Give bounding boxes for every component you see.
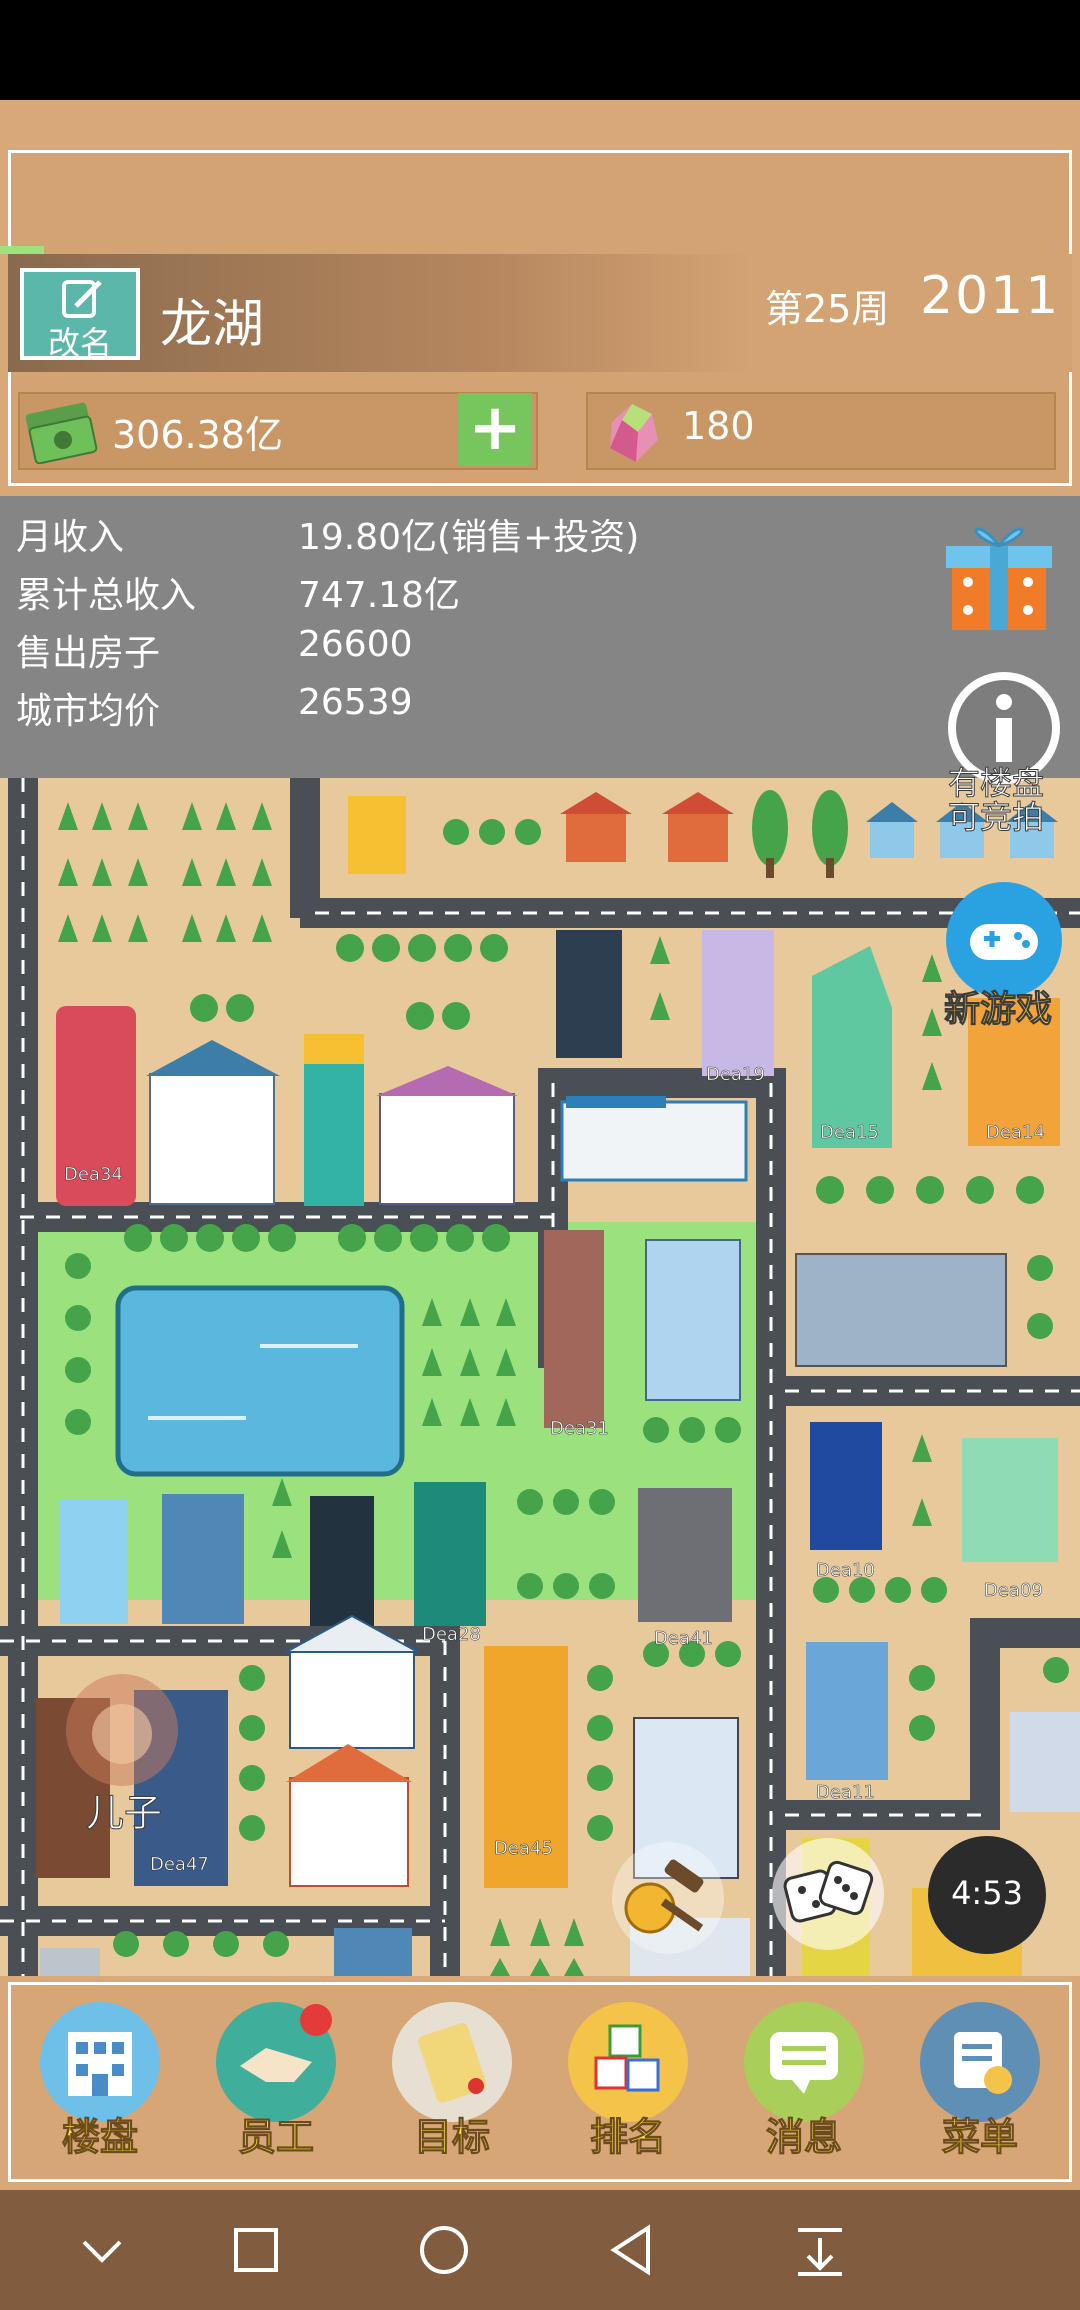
building-label: Dea31	[550, 1418, 609, 1440]
year-indicator: 2011	[920, 266, 1061, 326]
gem-value: 180	[682, 404, 755, 448]
building-label: Dea28	[422, 1624, 481, 1646]
auction-button[interactable]: 有楼盘 可竞拍	[940, 668, 1070, 837]
abc-blocks-icon	[568, 2002, 688, 2122]
gem-icon	[610, 404, 658, 462]
add-money-button[interactable]: +	[458, 393, 532, 465]
rename-label: 改名	[47, 324, 112, 362]
bottom-bar-inner	[8, 1982, 1072, 2182]
handshake-icon	[216, 2002, 336, 2122]
money-icon	[25, 402, 98, 464]
nav-buildings[interactable]: 楼盘	[36, 2002, 164, 2160]
building-label: Dea47	[150, 1854, 209, 1876]
stat-value-total-income: 747.18亿	[298, 575, 460, 616]
building-label: Dea34	[64, 1164, 123, 1186]
nav-ranking-label: 排名	[589, 2115, 666, 2160]
stat-label-avg-price: 城市均价	[16, 691, 161, 732]
dice-icon[interactable]	[770, 1836, 886, 1952]
status-bar	[0, 0, 1080, 100]
system-navigation-bar	[0, 2190, 1080, 2310]
new-game-button[interactable]: 新游戏	[938, 880, 1078, 1031]
new-game-label: 新游戏	[943, 989, 1053, 1031]
stat-label-monthly-income: 月收入	[16, 517, 125, 558]
building-label: Dea41	[654, 1628, 713, 1650]
building-label: Dea14	[986, 1122, 1045, 1144]
money-value: 306.38亿	[112, 413, 283, 457]
back-icon[interactable]	[592, 2210, 672, 2290]
nav-menu[interactable]: 菜单	[916, 2002, 1044, 2160]
building-label: Dea11	[816, 1782, 875, 1804]
timer-button[interactable]: 4:53	[928, 1836, 1046, 1954]
timer-value: 4:53	[951, 1874, 1023, 1912]
son-label: 儿子	[85, 1791, 163, 1836]
auction-hammer-icon[interactable]	[608, 1838, 728, 1958]
building-label: Dea09	[984, 1580, 1043, 1602]
building-label: Dea10	[816, 1560, 875, 1582]
city-name: 龙湖	[160, 295, 265, 355]
stat-value-monthly-income: 19.80亿(销售+投资)	[298, 517, 640, 558]
nav-menu-label: 菜单	[941, 2115, 1018, 2160]
avatar-icon	[66, 1674, 178, 1786]
nav-buildings-label: 楼盘	[61, 2115, 138, 2160]
auction-label-line2: 可竞拍	[947, 798, 1045, 837]
nav-staff-label: 员工	[237, 2115, 314, 2160]
gift-icon[interactable]	[938, 512, 1060, 636]
building-label: Dea15	[820, 1122, 879, 1144]
notification-pull-icon[interactable]	[780, 2210, 860, 2290]
nav-messages[interactable]: 消息	[740, 2002, 868, 2160]
scroll-icon	[392, 2002, 512, 2122]
recent-apps-icon[interactable]	[216, 2210, 296, 2290]
stat-label-houses-sold: 售出房子	[16, 633, 161, 674]
son-avatar[interactable]: 儿子	[62, 1670, 192, 1836]
stat-value-avg-price: 26539	[298, 682, 413, 723]
message-icon	[744, 2002, 864, 2122]
building-icon	[40, 2002, 160, 2122]
nav-ranking[interactable]: 排名	[564, 2002, 692, 2160]
menu-icon	[920, 2002, 1040, 2122]
nav-staff[interactable]: 员工	[212, 2002, 340, 2160]
home-icon[interactable]	[404, 2210, 484, 2290]
stat-label-total-income: 累计总收入	[16, 575, 197, 616]
nav-messages-label: 消息	[765, 2115, 842, 2160]
progress-indicator	[0, 246, 44, 254]
building-label: Dea19	[706, 1064, 765, 1086]
building-label: Dea45	[494, 1838, 553, 1860]
stat-value-houses-sold: 26600	[298, 624, 413, 665]
nav-goals[interactable]: 目标	[388, 2002, 516, 2160]
chevron-down-icon[interactable]	[62, 2210, 142, 2290]
week-indicator: 第25周	[765, 287, 890, 331]
nav-goals-label: 目标	[413, 2115, 490, 2160]
